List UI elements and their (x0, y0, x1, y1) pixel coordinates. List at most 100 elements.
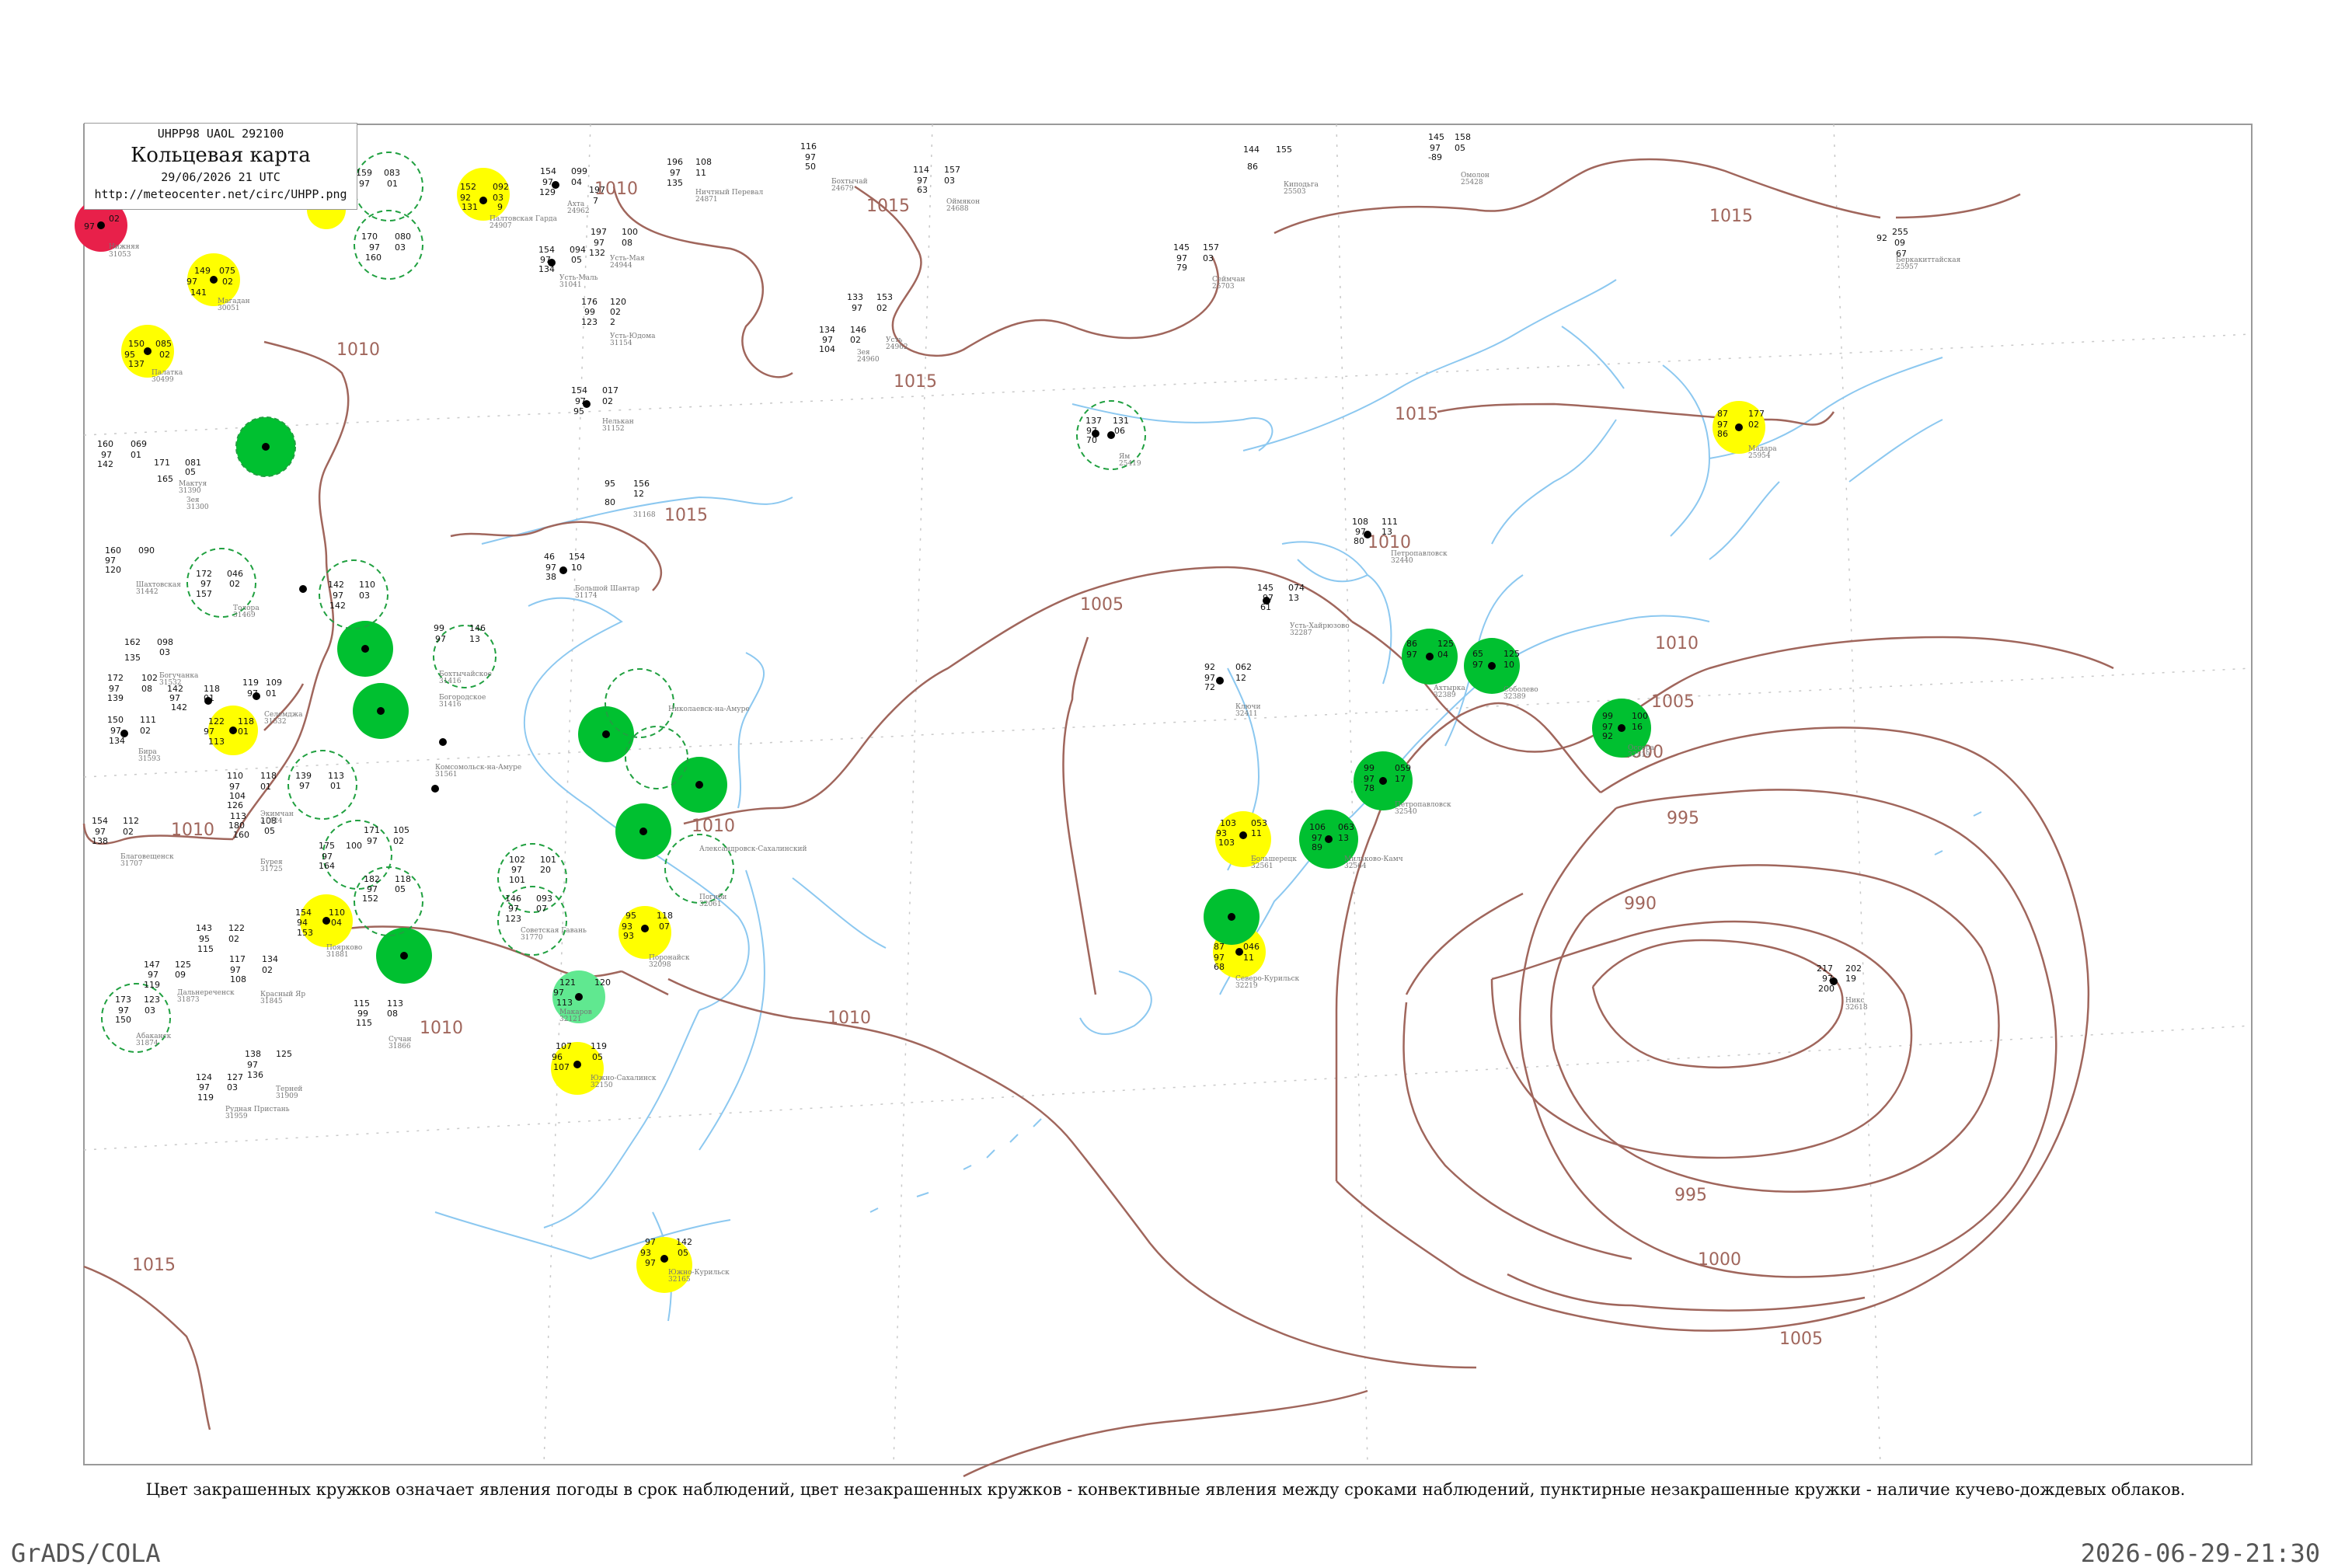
svg-text:217: 217 (1817, 963, 1833, 974)
svg-text:97: 97 (110, 726, 121, 736)
svg-text:196: 196 (667, 157, 683, 167)
svg-text:10: 10 (571, 563, 582, 573)
svg-text:135: 135 (124, 653, 141, 663)
svg-text:132: 132 (589, 248, 605, 258)
svg-text:97: 97 (542, 177, 553, 187)
svg-text:95: 95 (625, 911, 636, 921)
svg-text:63: 63 (917, 185, 928, 195)
svg-text:97: 97 (594, 238, 605, 248)
svg-text:02: 02 (876, 303, 887, 313)
svg-text:68: 68 (1214, 962, 1225, 972)
svg-text:162: 162 (124, 637, 141, 647)
svg-text:156: 156 (633, 479, 650, 489)
svg-text:11: 11 (1251, 828, 1262, 838)
svg-text:32389: 32389 (1434, 692, 1456, 699)
isobar-label: 1015 (132, 1256, 176, 1275)
svg-text:9: 9 (497, 202, 503, 212)
islands (869, 811, 1982, 1213)
isobar-label: 1015 (894, 372, 937, 392)
map-url: http://meteocenter.net/circ/UHPP.png (94, 187, 347, 201)
svg-text:31424: 31424 (260, 817, 283, 825)
svg-text:19: 19 (1845, 974, 1856, 984)
svg-text:97: 97 (247, 1060, 258, 1070)
svg-text:86: 86 (1717, 429, 1728, 439)
svg-text:97: 97 (645, 1258, 656, 1268)
svg-text:123: 123 (144, 995, 160, 1005)
svg-text:32389: 32389 (1503, 693, 1526, 701)
svg-text:118: 118 (657, 911, 673, 921)
svg-text:03: 03 (359, 591, 370, 601)
svg-text:046: 046 (1243, 942, 1260, 952)
svg-text:05: 05 (1455, 143, 1465, 153)
svg-text:09: 09 (1894, 238, 1905, 248)
svg-text:150: 150 (128, 339, 145, 349)
svg-text:255: 255 (1892, 227, 1908, 237)
svg-text:107: 107 (556, 1041, 572, 1051)
svg-text:93: 93 (623, 931, 634, 941)
svg-text:11: 11 (695, 168, 706, 178)
svg-text:2: 2 (610, 317, 615, 327)
footer-timestamp: 2026-06-29-21:30 (2080, 1538, 2320, 1568)
isobar-label: 990 (1624, 894, 1657, 914)
svg-text:173: 173 (115, 995, 131, 1005)
svg-text:121: 121 (559, 977, 576, 988)
svg-text:25957: 25957 (1896, 263, 1918, 271)
svg-text:78: 78 (1364, 783, 1375, 793)
svg-text:138: 138 (245, 1049, 261, 1059)
svg-text:25503: 25503 (1284, 188, 1306, 196)
svg-text:32061: 32061 (699, 901, 722, 908)
isobar-label: 1015 (866, 197, 910, 216)
svg-text:97: 97 (645, 1237, 656, 1247)
svg-text:08: 08 (387, 1009, 398, 1019)
svg-text:01: 01 (387, 179, 398, 189)
svg-text:80: 80 (1354, 536, 1364, 546)
svg-text:125: 125 (276, 1049, 292, 1059)
svg-text:31442: 31442 (136, 588, 159, 596)
svg-text:080: 080 (395, 232, 411, 242)
svg-text:97: 97 (333, 591, 343, 601)
isobar-label: 1015 (664, 506, 708, 525)
svg-text:09: 09 (175, 970, 186, 980)
svg-text:10: 10 (1503, 660, 1514, 670)
svg-text:24944: 24944 (610, 262, 632, 270)
svg-text:97: 97 (852, 303, 862, 313)
svg-text:20: 20 (540, 865, 551, 875)
svg-text:127: 127 (227, 1072, 243, 1082)
svg-text:111: 111 (140, 715, 156, 725)
svg-text:126: 126 (227, 800, 243, 810)
svg-text:115: 115 (356, 1018, 372, 1028)
svg-text:112: 112 (123, 816, 139, 826)
svg-text:108: 108 (1352, 517, 1368, 527)
svg-text:125: 125 (1503, 649, 1520, 659)
svg-text:97: 97 (670, 168, 681, 178)
isobar-label: 1010 (171, 821, 214, 840)
svg-text:24960: 24960 (857, 356, 880, 364)
svg-text:30051: 30051 (218, 305, 240, 312)
svg-text:03: 03 (1203, 253, 1214, 263)
svg-text:31561: 31561 (435, 771, 458, 779)
svg-text:32440: 32440 (1391, 557, 1413, 565)
svg-text:101: 101 (540, 855, 556, 865)
svg-text:146: 146 (505, 894, 521, 904)
svg-text:119: 119 (242, 678, 259, 688)
svg-text:31881: 31881 (326, 951, 349, 959)
svg-text:05: 05 (264, 826, 275, 836)
svg-text:075: 075 (219, 266, 235, 276)
svg-text:142: 142 (328, 580, 344, 590)
svg-text:99: 99 (584, 307, 595, 317)
svg-text:01: 01 (330, 781, 341, 791)
svg-text:146: 146 (850, 325, 866, 335)
svg-text:32618: 32618 (1845, 1004, 1868, 1012)
isobars (82, 158, 2114, 1478)
svg-text:08: 08 (141, 684, 152, 694)
svg-text:147: 147 (144, 960, 160, 970)
svg-text:31152: 31152 (602, 425, 625, 433)
svg-text:123: 123 (581, 317, 598, 327)
svg-text:97: 97 (84, 221, 95, 232)
svg-text:106: 106 (1309, 822, 1326, 832)
svg-text:175: 175 (319, 841, 335, 851)
svg-text:87: 87 (1717, 409, 1728, 419)
svg-text:11: 11 (1243, 953, 1254, 963)
svg-text:083: 083 (384, 168, 400, 178)
svg-text:074: 074 (1288, 583, 1305, 593)
